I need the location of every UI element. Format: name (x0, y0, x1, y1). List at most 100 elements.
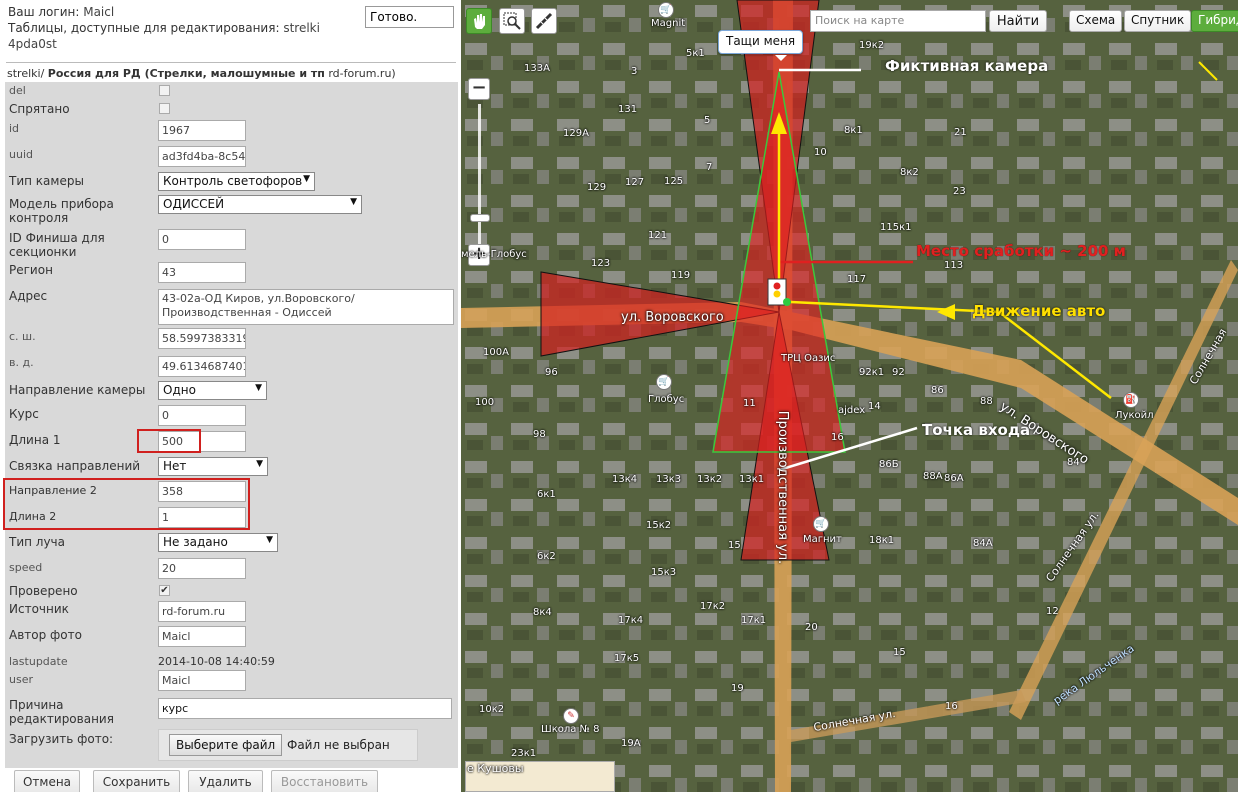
done-button[interactable]: Готово. (365, 6, 454, 28)
photo-author-field[interactable]: Maicl (158, 626, 246, 647)
building-number: 92 (892, 367, 905, 378)
building-number: 125 (664, 176, 684, 187)
map-type-satellite[interactable]: Спутник (1124, 10, 1192, 32)
beam-type-select[interactable]: Не задано ▼ (158, 533, 278, 552)
verified-checkbox[interactable]: ✔ (159, 585, 170, 596)
building-number: 15 (893, 647, 906, 658)
zoom-track[interactable] (478, 104, 481, 244)
zoom-control: − + (468, 78, 490, 268)
source-label: Источник (9, 602, 69, 616)
shop-icon[interactable]: 🛒 (813, 516, 829, 532)
camera-type-value: Контроль светофоров (163, 174, 303, 188)
building-number: 13к1 (739, 474, 765, 485)
speed-label: speed (9, 561, 43, 574)
traffic-light-yellow (773, 290, 781, 298)
building-number: 19 (731, 683, 744, 694)
del-checkbox[interactable] (159, 85, 170, 96)
divider (6, 62, 456, 63)
poi-school: Школа № 8 (541, 724, 600, 735)
map-type-scheme[interactable]: Схема (1069, 10, 1123, 32)
user-label: user (9, 673, 33, 686)
lon-field[interactable]: 49.61346874013 (158, 356, 246, 377)
token-text: 4pda0st (8, 37, 57, 51)
zoom-thumb[interactable] (470, 214, 490, 222)
chevron-down-icon: ▼ (266, 535, 273, 545)
shop-icon[interactable]: 🛒 (658, 2, 674, 18)
save-button[interactable]: Сохранить (93, 770, 180, 792)
app-root: Ваш логин: Maicl Таблицы, доступные для … (0, 0, 1238, 792)
hand-tool-icon[interactable] (466, 8, 492, 34)
no-file-text: Файл не выбран (287, 738, 390, 752)
beam-type-label: Тип луча (9, 535, 66, 549)
uuid-label: uuid (9, 148, 33, 161)
finish-id-label: ID Финиша для секционки (9, 231, 105, 259)
ruler-icon[interactable] (531, 8, 557, 34)
building-number: 20 (805, 622, 818, 633)
uuid-field[interactable]: ad3fd4ba-8c54-11 (158, 146, 246, 167)
shop-icon[interactable]: 🛒 (656, 374, 672, 390)
dir-link-value: Нет (163, 459, 187, 473)
choose-file-button[interactable]: Выберите файл (169, 734, 283, 756)
drag-me-marker[interactable]: Тащи меня (718, 30, 804, 61)
verified-label: Проверено (9, 584, 78, 598)
hidden-checkbox[interactable] (159, 103, 170, 114)
speed-field[interactable]: 20 (158, 558, 246, 579)
dir-link-select[interactable]: Нет ▼ (158, 457, 268, 476)
map-view[interactable]: Поиск на карте Найти Схема Спутник Гибри… (461, 0, 1238, 792)
find-button[interactable]: Найти (989, 10, 1047, 32)
building-number: 13к2 (697, 474, 723, 485)
device-model-select[interactable]: ОДИССЕЙ ▼ (158, 195, 362, 214)
device-model-value: ОДИССЕЙ (163, 197, 225, 211)
building-number: 13к4 (612, 474, 638, 485)
restore-button[interactable]: Восстановить (271, 770, 378, 792)
address-field[interactable]: 43-02а-ОД Киров, ул.Воровского/ Производ… (158, 289, 454, 325)
map-type-hybrid[interactable]: Гибрид (1191, 10, 1238, 32)
building-number: 19к2 (859, 40, 885, 51)
zoom-out-button[interactable]: − (468, 78, 490, 100)
lat-field[interactable]: 58.59973833198 (158, 328, 246, 349)
building-number: 129 (587, 182, 607, 193)
building-number: 21 (954, 127, 967, 138)
building-number: 18к1 (869, 535, 895, 546)
direction-select[interactable]: Одно ▼ (158, 381, 267, 400)
building-number: 11 (743, 398, 756, 409)
delete-button[interactable]: Удалить (188, 770, 263, 792)
id-field[interactable]: 1967 (158, 120, 246, 141)
tables-value[interactable]: strelki (283, 21, 320, 35)
chevron-down-icon: ▼ (255, 383, 262, 393)
school-icon[interactable]: ✎ (563, 708, 579, 724)
poi-lukoil: Лукойл (1115, 410, 1154, 421)
edit-reason-field[interactable]: курс (158, 698, 452, 719)
source-field[interactable]: rd-forum.ru (158, 601, 246, 622)
zoom-rect-icon[interactable] (499, 8, 525, 34)
direction-value: Одно (163, 383, 196, 397)
cancel-button[interactable]: Отмена (14, 770, 80, 792)
building-number: 6к2 (537, 551, 556, 562)
finish-id-field[interactable]: 0 (158, 229, 246, 250)
building-number: 119 (671, 270, 691, 281)
building-number: 8к2 (900, 167, 919, 178)
edit-panel: Ваш логин: Maicl Таблицы, доступные для … (0, 0, 460, 792)
poi-globus-left: мель-Глобус (461, 249, 527, 260)
camera-type-select[interactable]: Контроль светофоров ▼ (158, 172, 315, 191)
address-label: Адрес (9, 289, 48, 303)
dir-link-label: Связка направлений (9, 459, 141, 473)
building-number: 8к1 (844, 125, 863, 136)
course-field[interactable]: 0 (158, 405, 246, 426)
fuel-icon[interactable]: ⛽ (1123, 392, 1139, 408)
building-number: 113 (944, 260, 964, 271)
traffic-light-green (783, 298, 791, 306)
building-number: 123 (591, 258, 611, 269)
traffic-annotation: Движение авто (972, 302, 1106, 320)
user-field[interactable]: Maicl (158, 670, 246, 691)
region-field[interactable]: 43 (158, 262, 246, 283)
building-number: 100 (475, 397, 495, 408)
poi-magnit-bottom: Магнит (803, 534, 842, 545)
building-number: 14 (868, 401, 881, 412)
region-label: Регион (9, 263, 53, 277)
lastupdate-value: 2014-10-08 14:40:59 (158, 655, 275, 668)
map-search-input[interactable]: Поиск на карте (810, 10, 986, 32)
hidden-label: Спрятано (9, 102, 70, 116)
building-number: 86А (944, 473, 964, 484)
upload-box: Выберите файл Файл не выбран (158, 729, 418, 761)
